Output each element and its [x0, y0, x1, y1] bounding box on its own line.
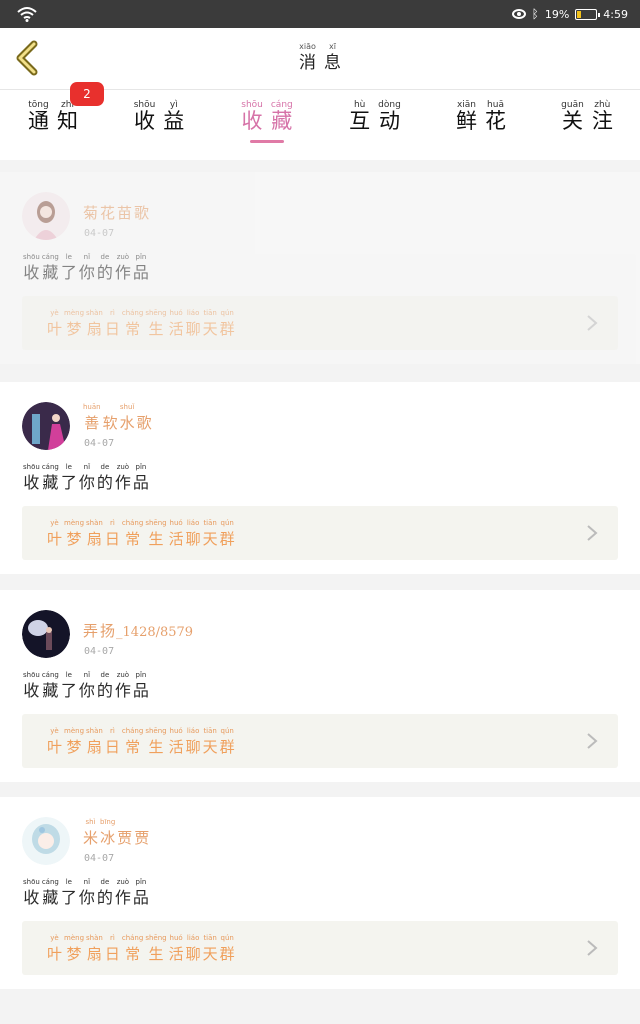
battery-icon [575, 8, 601, 20]
avatar[interactable] [22, 610, 70, 658]
tab-favorites[interactable]: shōu 收 cáng 藏 [222, 100, 312, 150]
clock: 4:59 [603, 7, 628, 21]
username[interactable]: huān 善软 shuǐ 水歌 [82, 402, 153, 434]
status-bar: ᛒ 19% 4:59 [0, 0, 640, 28]
username[interactable]: 菊花苗歌 [82, 192, 150, 224]
avatar[interactable] [22, 192, 70, 240]
work-link[interactable]: yè 叶 mèng 梦 shàn 扇 rì 日 cháng 常 shēng 生 huó 活 liáo 聊 tiā… [22, 296, 618, 350]
action-text: shōu 收 cáng 藏 le 了 nǐ 你 de 的 zuò 作 pǐn 品 [23, 878, 149, 907]
chevron-right-icon [587, 315, 598, 331]
timestamp: 04-07 [84, 646, 115, 657]
action-text: shōu 收 cáng 藏 le 了 nǐ 你 de 的 zuò 作 pǐn 品 [23, 463, 149, 492]
action-text: shōu 收 cáng 藏 le 了 nǐ 你 de 的 zuò 作 pǐn 品 [23, 671, 149, 700]
timestamp: 04-07 [84, 438, 115, 449]
avatar[interactable] [22, 402, 70, 450]
tab-interactions[interactable]: hù 互 dòng 动 [330, 100, 420, 150]
wifi-icon [17, 7, 37, 22]
timestamp: 04-07 [84, 228, 115, 239]
work-title: yè 叶 mèng 梦 shàn 扇 rì 日 cháng 常 shēng 生 huó 活 liáo 聊 tiā… [47, 519, 235, 548]
work-link[interactable]: yè 叶 mèng 梦 shàn 扇 rì 日 cháng 常 shēng 生 huó 活 liáo 聊 tiā… [22, 506, 618, 560]
bluetooth-icon: ᛒ [531, 7, 539, 21]
notice-count-badge: 2 [70, 82, 104, 106]
work-link[interactable]: yè 叶 mèng 梦 shàn 扇 rì 日 cháng 常 shēng 生 huó 活 liáo 聊 tiā… [22, 714, 618, 768]
active-tab-indicator [250, 140, 284, 143]
avatar[interactable] [22, 817, 70, 865]
username[interactable]: shì 米 bīng 冰贾贾 [82, 817, 150, 849]
header: xiāo 消 xī 息 [0, 28, 640, 90]
tab-flowers[interactable]: xiān 鲜 huā 花 [436, 100, 526, 150]
chevron-right-icon [587, 733, 598, 749]
username[interactable]: 弄扬 _1428/8579 [82, 610, 193, 644]
page-title: xiāo 消 xī 息 [299, 42, 341, 73]
action-text: shōu 收 cáng 藏 le 了 nǐ 你 de 的 zuò 作 pǐn 品 [23, 253, 149, 282]
favorite-notification-card[interactable]: shì 米 bīng 冰贾贾 04-07 shōu 收 cáng 藏 le 了 nǐ 你 de 的 zuò… [0, 797, 640, 989]
tab-earnings[interactable]: shōu 收 yì 益 [114, 100, 204, 150]
tab-following[interactable]: guān 关 zhù 注 [542, 100, 632, 150]
chevron-right-icon [587, 940, 598, 956]
battery-percent: 19% [544, 7, 570, 21]
timestamp: 04-07 [84, 853, 115, 864]
eye-icon [511, 9, 526, 19]
chevron-right-icon [587, 525, 598, 541]
work-link[interactable]: yè 叶 mèng 梦 shàn 扇 rì 日 cháng 常 shēng 生 huó 活 liáo 聊 tiā… [22, 921, 618, 975]
work-title: yè 叶 mèng 梦 shàn 扇 rì 日 cháng 常 shēng 生 huó 活 liáo 聊 tiā… [47, 309, 235, 338]
favorite-notification-card[interactable]: 弄扬 _1428/8579 04-07 shōu 收 cáng 藏 le 了 nǐ 你 de 的 zu… [0, 590, 640, 782]
tab-notice[interactable]: tōng 通 zhī 知 [8, 100, 98, 150]
work-title: yè 叶 mèng 梦 shàn 扇 rì 日 cháng 常 shēng 生 huó 活 liáo 聊 tiā… [47, 727, 235, 756]
favorite-notification-card[interactable]: huān 善软 shuǐ 水歌 04-07 shōu 收 cáng 藏 le 了 nǐ 你 de 的 zu… [0, 382, 640, 574]
work-title: yè 叶 mèng 梦 shàn 扇 rì 日 cháng 常 shēng 生 huó 活 liáo 聊 tiā… [47, 934, 235, 963]
favorite-notification-card[interactable]: 菊花苗歌 04-07 shōu 收 cáng 藏 le 了 nǐ 你 de 的 zuò 作 pǐn 品 y… [0, 172, 640, 364]
